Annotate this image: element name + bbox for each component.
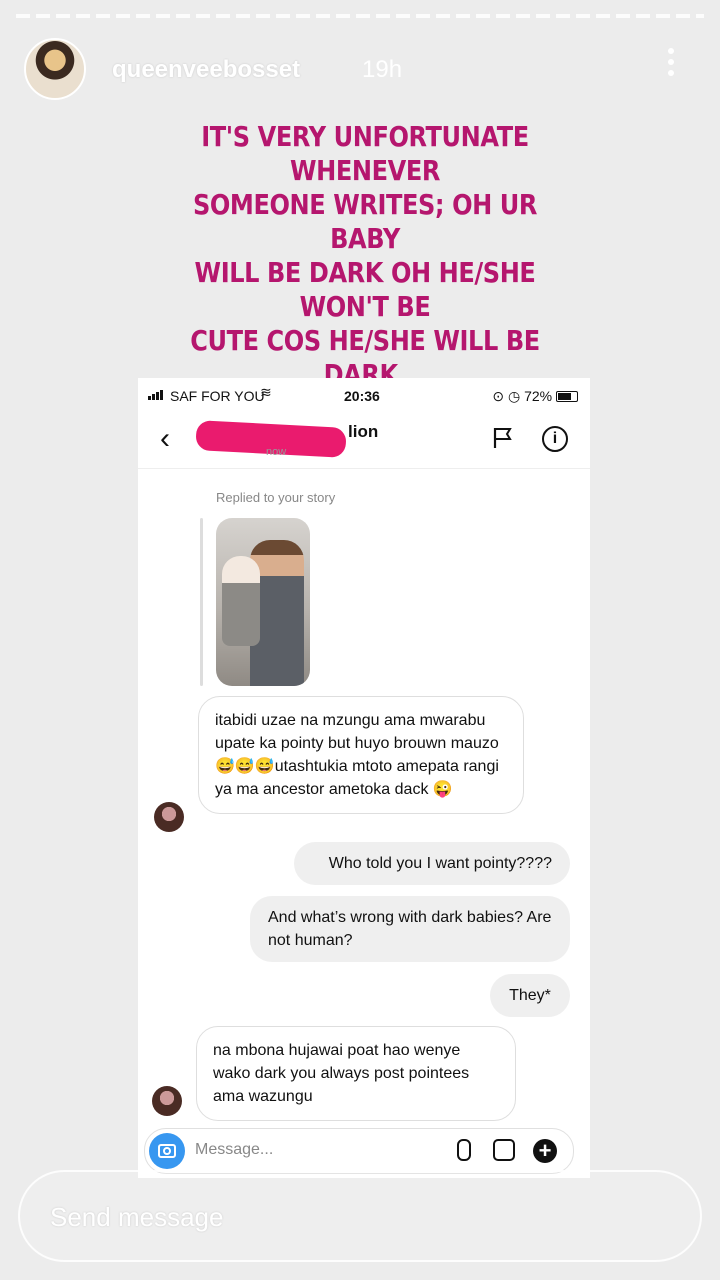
username[interactable]: queenveebosset: [112, 56, 300, 84]
chat-header: ‹ lion now i: [138, 412, 590, 469]
carrier-label: SAF FOR YOU: [170, 388, 265, 404]
wifi-icon: ≋: [260, 384, 272, 400]
sender-avatar[interactable]: [154, 802, 184, 832]
avatar[interactable]: [24, 38, 86, 100]
active-status: now: [266, 446, 287, 458]
back-icon[interactable]: ‹: [160, 422, 170, 456]
reply-indicator: [200, 518, 203, 686]
gallery-icon[interactable]: [493, 1139, 515, 1161]
battery-icon: [556, 391, 578, 402]
plus-icon[interactable]: +: [533, 1139, 557, 1163]
post-time: 19h: [362, 56, 403, 83]
story-header: queenveebosset 19h: [24, 38, 696, 102]
message-input[interactable]: Message...: [195, 1141, 273, 1159]
message-outgoing-1[interactable]: Who told you I want pointy????: [294, 842, 570, 885]
replied-label: Replied to your story: [216, 490, 336, 505]
battery-status: ⊙ ◷ 72%: [492, 388, 578, 405]
story-progress-bar: [16, 14, 704, 18]
flag-icon[interactable]: [492, 426, 514, 450]
info-icon[interactable]: i: [542, 426, 568, 452]
camera-icon[interactable]: [149, 1133, 185, 1169]
more-icon[interactable]: [666, 48, 676, 88]
photo-baby: [222, 556, 260, 646]
signal-icon: [148, 390, 163, 400]
sender-avatar[interactable]: [152, 1086, 182, 1116]
story-thumbnail[interactable]: [216, 518, 310, 686]
send-message-input[interactable]: Send message: [18, 1170, 702, 1262]
message-outgoing-2[interactable]: And what’s wrong with dark babies? Are n…: [250, 896, 570, 962]
message-incoming-1[interactable]: itabidi uzae na mzungu ama mwarabu upate…: [198, 696, 524, 814]
chat-name[interactable]: lion: [348, 422, 378, 442]
message-incoming-2[interactable]: na mbona hujawai poat hao wenye wako dar…: [196, 1026, 516, 1121]
embedded-screenshot: SAF FOR YOU ≋ 20:36 ⊙ ◷ 72% ‹ lion now i…: [138, 378, 590, 1178]
send-message-placeholder: Send message: [50, 1202, 224, 1232]
message-outgoing-3[interactable]: They*: [490, 974, 570, 1017]
message-composer[interactable]: Message... +: [144, 1128, 574, 1174]
mic-icon[interactable]: [457, 1139, 471, 1161]
status-bar: SAF FOR YOU ≋ 20:36 ⊙ ◷ 72%: [138, 384, 590, 408]
battery-percent: 72%: [524, 388, 553, 404]
status-time: 20:36: [344, 388, 380, 404]
